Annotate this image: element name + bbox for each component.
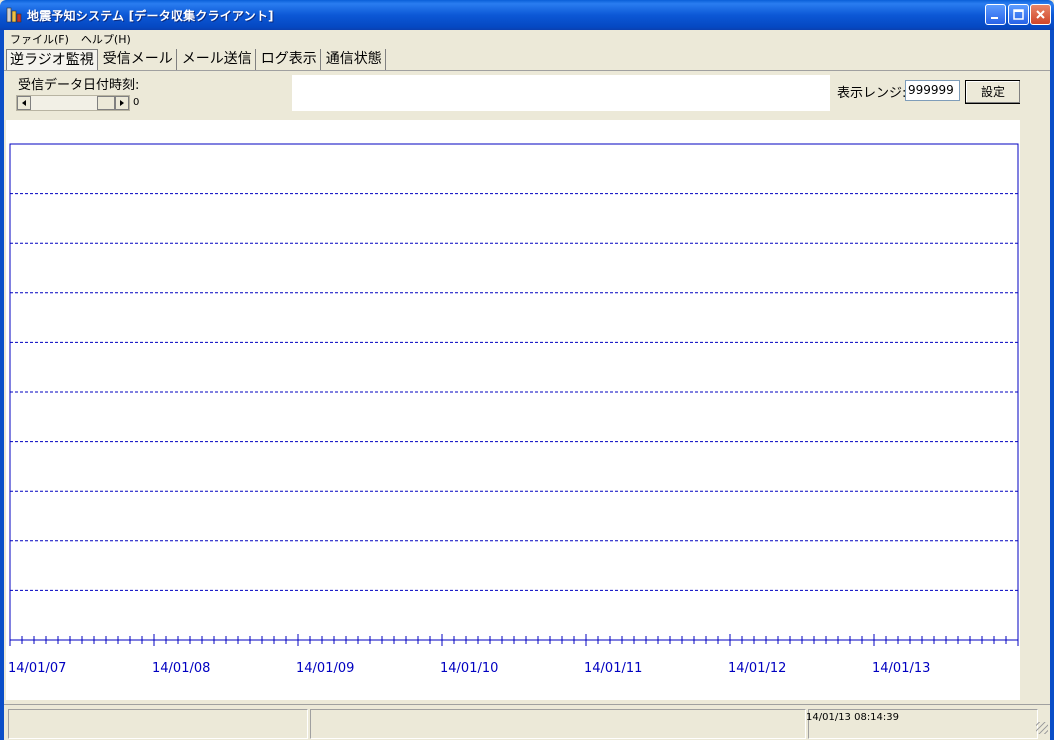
title-bar[interactable]: 地震予知システム [データ収集クライアント] (0, 0, 1054, 30)
datetime-scrollbar[interactable] (16, 95, 130, 111)
display-range-input[interactable]: 999999 (905, 80, 960, 101)
x-tick-label: 14/01/12 (728, 661, 786, 676)
close-icon (1036, 10, 1045, 19)
status-timestamp: 14/01/13 08:14:39 (806, 712, 900, 723)
x-tick-label: 14/01/10 (440, 661, 498, 676)
tab-divider (4, 70, 1050, 71)
x-tick-label: 14/01/08 (152, 661, 210, 676)
window-frame-left (0, 30, 4, 740)
info-display (292, 75, 830, 111)
tab-reverse-radio[interactable]: 逆ラジオ監視 (6, 49, 98, 70)
tab-send-mail[interactable]: メール送信 (178, 49, 256, 70)
arrow-right-icon (120, 100, 124, 106)
x-tick-label: 14/01/09 (296, 661, 354, 676)
menu-help[interactable]: ヘルプ(H) (75, 31, 137, 47)
status-panel-2 (310, 709, 806, 739)
menu-file[interactable]: ファイル(F) (4, 31, 75, 47)
scroll-value: 0 (133, 97, 140, 108)
right-panel (1020, 72, 1048, 702)
menu-bar: ファイル(F) ヘルプ(H) (4, 30, 1050, 48)
status-panel-1 (8, 709, 308, 739)
window-title: 地震予知システム [データ収集クライアント] (27, 9, 274, 23)
scroll-thumb[interactable] (97, 96, 115, 110)
tab-log[interactable]: ログ表示 (257, 49, 321, 70)
scroll-left-button[interactable] (17, 96, 31, 110)
tab-bar: 逆ラジオ監視 受信メール メール送信 ログ表示 通信状態 (6, 49, 388, 71)
maximize-icon (1013, 9, 1024, 20)
resize-grip[interactable] (1036, 722, 1048, 734)
chart-plot: 14/01/07 14/01/08 14/01/09 14/01/10 14/01/11… (8, 143, 1019, 676)
minimize-button[interactable] (985, 4, 1006, 25)
arrow-left-icon (22, 100, 26, 106)
chart-area: 14/01/07 14/01/08 14/01/09 14/01/10 14/01/11… (6, 120, 1020, 700)
x-tick-label: 14/01/07 (8, 661, 66, 676)
scroll-right-button[interactable] (115, 96, 129, 110)
minimize-icon (991, 17, 998, 19)
tab-received-mail[interactable]: 受信メール (99, 49, 177, 70)
received-datetime-label: 受信データ日付時刻: (18, 78, 140, 93)
x-tick-label: 14/01/13 (872, 661, 930, 676)
close-button[interactable] (1030, 4, 1051, 25)
maximize-button[interactable] (1008, 4, 1029, 25)
tab-comm-status[interactable]: 通信状態 (322, 49, 386, 70)
set-button[interactable]: 設定 (965, 80, 1021, 104)
window-frame-right (1050, 30, 1054, 740)
display-range-label: 表示レンジ: (837, 86, 907, 101)
x-tick-label: 14/01/11 (584, 661, 642, 676)
app-icon (6, 7, 22, 23)
